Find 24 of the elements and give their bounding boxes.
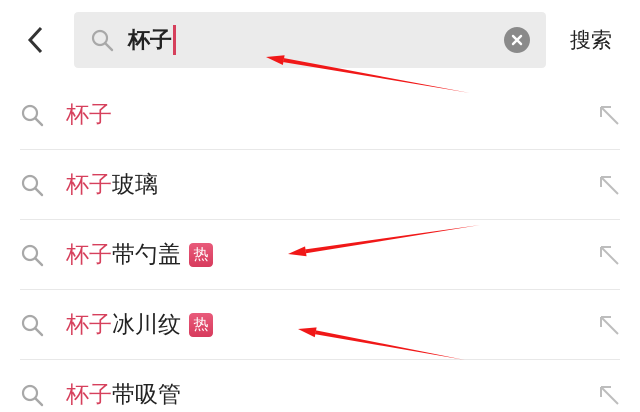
search-icon [20,242,44,266]
clear-button[interactable] [504,27,530,53]
search-icon [90,28,114,52]
search-icon [20,382,44,406]
search-icon [20,172,44,196]
hot-badge: 热 [189,242,213,266]
fill-query-icon[interactable] [598,104,620,126]
search-query: 杯子 [128,27,172,55]
fill-query-icon[interactable] [598,244,620,266]
suggestion-text[interactable]: 杯子冰川纹 [66,309,181,340]
fill-query-icon[interactable] [598,384,620,406]
text-caret [173,25,176,55]
suggestion-text[interactable]: 杯子玻璃 [66,169,158,200]
search-icon [20,312,44,336]
suggestion-text[interactable]: 杯子带勺盖 [66,239,181,270]
fill-query-icon[interactable] [598,174,620,196]
suggestion-text[interactable]: 杯子带吸管 [66,379,181,410]
search-button[interactable]: 搜索 [570,26,612,54]
suggestion-text[interactable]: 杯子 [66,99,112,130]
search-field[interactable]: 杯子 [74,12,546,68]
hot-badge: 热 [189,312,213,336]
close-icon [511,34,523,46]
search-icon [20,102,44,126]
fill-query-icon[interactable] [598,314,620,336]
